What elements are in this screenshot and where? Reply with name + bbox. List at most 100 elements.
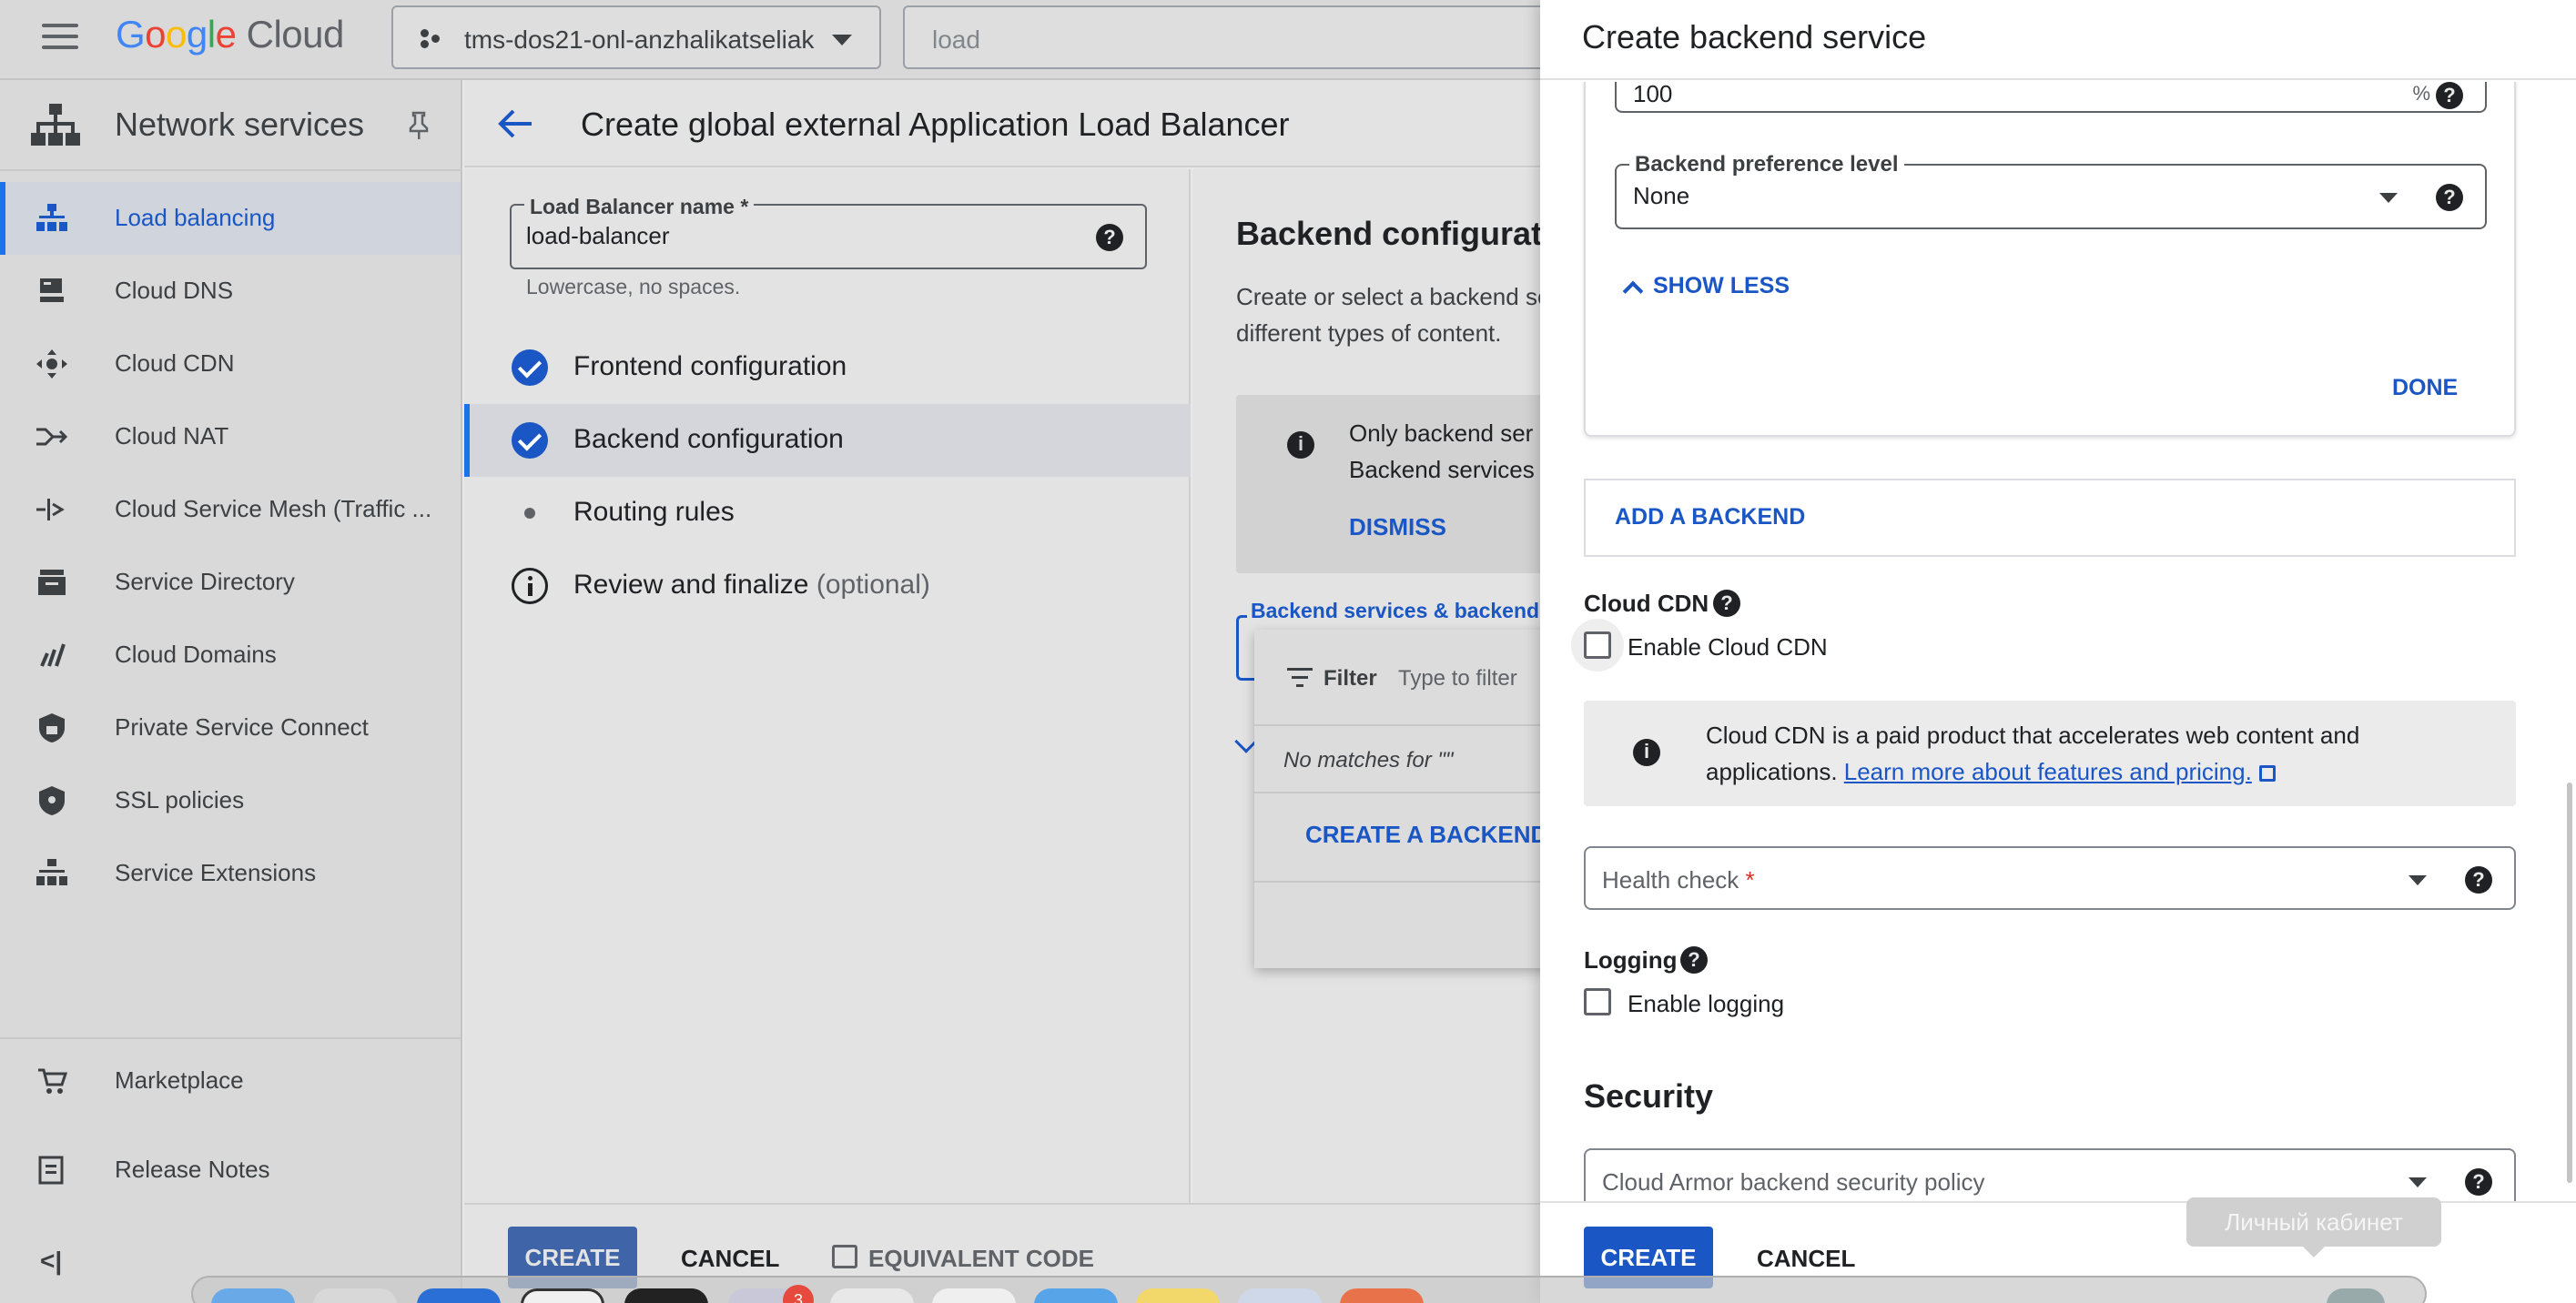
dismiss-button[interactable]: DISMISS (1349, 513, 1446, 541)
step-review-and-finalize[interactable]: Review and finalize (optional) (464, 550, 1191, 622)
health-check-select[interactable]: Health check * ? (1584, 846, 2516, 910)
sidebar-item-label: Release Notes (115, 1156, 270, 1183)
step-label: Backend configuration (573, 424, 844, 454)
step-backend-configuration[interactable]: Backend configuration (464, 404, 1191, 477)
backend-preference-select[interactable]: Backend preference level None ? (1615, 152, 2487, 229)
dropdown-arrow-icon (2409, 1177, 2427, 1187)
unit-label: % (2412, 82, 2430, 105)
max-utilization-field[interactable]: 100 % ? (1615, 82, 2487, 113)
sidebar-item-private-service-connect[interactable]: Private Service Connect (0, 692, 461, 764)
step-label-text: Review and finalize (573, 570, 809, 600)
dock-app-icon[interactable] (521, 1288, 604, 1303)
drawer-scrollbar[interactable] (2567, 783, 2572, 1183)
selected-value: None (1633, 182, 1690, 209)
project-name: tms-dos21-onl-anzhalikatseliak (464, 25, 815, 54)
collapse-nav-icon[interactable]: <| (40, 1247, 62, 1276)
help-icon[interactable]: ? (1680, 946, 1708, 974)
sidebar-item-cloud-nat[interactable]: Cloud NAT (0, 400, 461, 473)
sidebar-item-marketplace[interactable]: Marketplace (0, 1045, 461, 1117)
step-label: Frontend configuration (573, 351, 847, 381)
info-icon (1287, 431, 1314, 459)
health-check-placeholder: Health check * (1602, 866, 1755, 894)
dock-app-icon[interactable] (1238, 1288, 1322, 1303)
filter-input[interactable]: Type to filter (1398, 666, 1517, 692)
google-cloud-logo[interactable]: Google Cloud (116, 13, 344, 56)
drawer-title: Create backend service (1582, 18, 1927, 56)
field-label: Backend services & backend b (1247, 599, 1547, 623)
sidebar-item-release-notes[interactable]: Release Notes (0, 1134, 461, 1207)
cancel-button[interactable]: CANCEL (1757, 1245, 1855, 1273)
search-input[interactable]: load (903, 5, 1558, 69)
enable-cloud-cdn-checkbox[interactable] (1584, 631, 1611, 659)
cancel-button[interactable]: CANCEL (681, 1245, 779, 1273)
enable-logging-checkbox[interactable] (1584, 988, 1611, 1015)
dock-app-icon[interactable] (932, 1288, 1016, 1303)
help-icon[interactable]: ? (2465, 1168, 2492, 1196)
field-value: load-balancer (526, 222, 670, 249)
checkbox-label: Enable logging (1628, 990, 1785, 1017)
sidebar-item-cloud-dns[interactable]: Cloud DNS (0, 255, 461, 328)
help-icon[interactable]: ? (2465, 866, 2492, 894)
search-value: load (932, 25, 980, 54)
sidebar-item-load-balancing[interactable]: Load balancing (0, 182, 461, 255)
dock-app-icon[interactable] (1340, 1288, 1424, 1303)
main-menu-icon[interactable] (42, 24, 78, 51)
nav-header: Network services (0, 80, 462, 171)
dock-app-icon[interactable] (211, 1288, 295, 1303)
sidebar-item-label: Cloud NAT (115, 422, 229, 449)
cdn-info-box: Cloud CDN is a paid product that acceler… (1584, 701, 2516, 806)
pending-dot-icon (512, 495, 548, 531)
sidebar-item-service-directory[interactable]: Service Directory (0, 546, 461, 619)
cloud-cdn-heading: Cloud CDN (1584, 590, 1709, 617)
sidebar-item-label: Cloud Service Mesh (Traffic ... (115, 495, 432, 522)
nav-divider (0, 1037, 461, 1039)
sidebar-item-service-extensions[interactable]: Service Extensions (0, 837, 461, 910)
dns-icon (40, 278, 64, 302)
required-marker: * (1745, 866, 1755, 894)
dock-app-icon[interactable] (2327, 1288, 2385, 1303)
info-icon (1633, 739, 1660, 766)
equivalent-code-button[interactable]: EQUIVALENT CODE (868, 1245, 1094, 1273)
sidebar-item-cloud-cdn[interactable]: Cloud CDN (0, 328, 461, 400)
cloud-armor-policy-select[interactable]: Cloud Armor backend security policy ? (1584, 1148, 2516, 1201)
logo-cloud-text: Cloud (246, 13, 345, 56)
sidebar-item-cloud-domains[interactable]: Cloud Domains (0, 619, 461, 692)
description-line: Create or select a backend se (1236, 283, 1547, 310)
show-less-button[interactable]: SHOW LESS (1653, 273, 1790, 299)
back-arrow-icon[interactable] (497, 107, 533, 140)
load-balancer-name-field[interactable]: Load Balancer name * load-balancer ? (510, 195, 1147, 269)
sidebar-item-ssl-policies[interactable]: SSL policies (0, 764, 461, 837)
sidebar-item-label: Service Extensions (115, 859, 317, 886)
add-backend-box: ADD A BACKEND (1584, 479, 2516, 557)
learn-more-link[interactable]: Learn more about features and pricing. (1844, 758, 2252, 785)
add-backend-button[interactable]: ADD A BACKEND (1615, 504, 1805, 530)
step-label: Routing rules (573, 497, 735, 527)
done-button[interactable]: DONE (2392, 375, 2458, 401)
help-icon[interactable]: ? (2436, 82, 2463, 109)
checkbox-label: Enable Cloud CDN (1628, 633, 1828, 661)
pin-icon[interactable] (408, 111, 430, 140)
placeholder-text: Health check (1602, 866, 1746, 894)
project-picker[interactable]: tms-dos21-onl-anzhalikatseliak (391, 5, 881, 69)
chevron-down-icon (832, 35, 852, 45)
sidebar-item-service-mesh[interactable]: Cloud Service Mesh (Traffic ... (0, 473, 461, 546)
sidebar-item-label: Cloud DNS (115, 277, 234, 304)
dock-app-icon[interactable] (1034, 1288, 1118, 1303)
dock-app-icon[interactable] (830, 1288, 914, 1303)
notice-text: Only backend ser Backend services (1349, 415, 1535, 488)
info-line: applications. Learn more about features … (1706, 753, 2359, 790)
cdn-info-text: Cloud CDN is a paid product that acceler… (1706, 717, 2359, 790)
help-icon[interactable]: ? (1096, 224, 1123, 251)
step-frontend-configuration[interactable]: Frontend configuration (464, 331, 1191, 404)
help-icon[interactable]: ? (1713, 590, 1740, 617)
step-routing-rules[interactable]: Routing rules (464, 477, 1191, 550)
help-icon[interactable]: ? (2436, 184, 2463, 211)
dock-app-icon[interactable] (1136, 1288, 1220, 1303)
info-line-text: applications. (1706, 758, 1844, 785)
dock-app-icon[interactable] (417, 1288, 501, 1303)
description-line: different types of content. (1236, 319, 1502, 347)
sidebar-item-label: Service Directory (115, 568, 295, 595)
dock-app-icon[interactable] (624, 1288, 708, 1303)
create-backend-service-link[interactable]: CREATE A BACKEND S (1305, 821, 1570, 849)
dock-app-icon[interactable] (313, 1288, 397, 1303)
